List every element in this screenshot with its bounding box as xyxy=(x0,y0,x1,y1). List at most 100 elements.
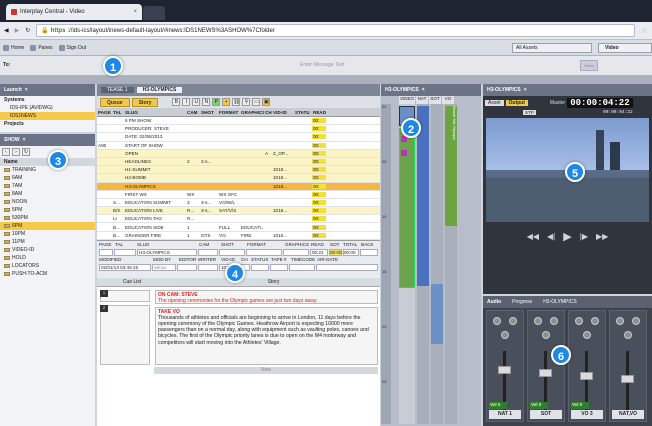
column-header-read[interactable]: READ xyxy=(312,110,326,115)
close-icon[interactable]: × xyxy=(524,87,527,93)
mute-knob[interactable] xyxy=(575,317,583,325)
normal-icon[interactable]: N xyxy=(202,98,211,106)
timeline-tab[interactable]: H3-OLYMPICS xyxy=(385,87,419,93)
pan-knob[interactable] xyxy=(542,331,550,339)
vo-audio-clip[interactable]: Beach Mix Olympic xyxy=(445,106,457,226)
show-folder-item[interactable]: 6AM xyxy=(0,174,95,182)
close-icon[interactable]: × xyxy=(23,137,26,143)
mute-knob[interactable] xyxy=(616,317,624,325)
fader-handle[interactable] xyxy=(580,372,593,380)
systems-node[interactable]: Systems xyxy=(0,96,95,104)
column-header-statu[interactable]: STATU xyxy=(294,110,312,115)
new-tab-button[interactable] xyxy=(143,6,165,20)
video-select[interactable]: Video xyxy=(598,43,652,53)
underline-icon[interactable]: U xyxy=(192,98,201,106)
rundown-row[interactable]: A00 START OF SHOW 00: xyxy=(97,142,380,150)
rundown-row[interactable]: S... EDUCATION SUMMIT 3 3-s... VO/W/L 00: xyxy=(97,199,380,208)
mute-knob[interactable] xyxy=(493,317,501,325)
sot-audio-clip[interactable] xyxy=(431,284,443,344)
format-field[interactable] xyxy=(246,248,282,256)
column-header-cam[interactable]: CAM xyxy=(186,110,200,115)
editor-field[interactable] xyxy=(177,263,197,271)
rundown-row[interactable]: OPEN A Z_OP... 00: xyxy=(97,149,380,158)
bold-icon[interactable]: B xyxy=(172,98,181,106)
solo-knob[interactable] xyxy=(550,317,558,325)
fader-handle[interactable] xyxy=(621,375,634,383)
back-button[interactable]: ‹ xyxy=(2,148,10,156)
pan-knob[interactable] xyxy=(624,331,632,339)
assets-select[interactable]: All Assets xyxy=(512,43,592,53)
rundown-row[interactable]: B... EDUCATION SIDE 1 FULL EDUCATI... 00: xyxy=(97,223,380,232)
column-header-ch[interactable]: CH xyxy=(264,110,272,115)
rundown-row[interactable]: HEADLINES 2 2-s... 00: xyxy=(97,157,380,167)
cam-field[interactable] xyxy=(198,248,218,256)
rundown-row[interactable]: FIRST WX WX WX OFC 00: xyxy=(97,191,380,199)
forward-icon[interactable]: ▶ xyxy=(15,27,20,34)
close-icon[interactable]: × xyxy=(25,87,28,93)
link-icon[interactable]: ⛓ xyxy=(232,98,241,106)
queue-button[interactable]: Queue xyxy=(100,97,130,107)
browser-tab[interactable]: Interplay Central - Video × xyxy=(6,4,142,20)
writer-field[interactable] xyxy=(198,263,218,271)
column-header-slug[interactable]: SLUG xyxy=(124,110,186,115)
rundown-row[interactable]: B/S EDUCATION LIVE R... 3-s... SAT/V/S 1016..… xyxy=(97,207,380,216)
output-tab[interactable]: Output xyxy=(505,100,528,106)
url-input[interactable]: 🔒 https ://ids-ics/layout/inews-default-… xyxy=(36,24,635,37)
show-folder-item[interactable]: TRAINING xyxy=(0,166,95,174)
rundown-row[interactable]: PRODUCER: STEVE 00: xyxy=(97,125,380,134)
step-back-icon[interactable]: ◀| xyxy=(547,232,555,241)
rundown-row[interactable]: H2-BOMB 1016... 00: xyxy=(97,174,380,183)
fader-handle[interactable] xyxy=(539,369,552,377)
italic-icon[interactable]: I xyxy=(182,98,191,106)
cue-card-2[interactable]: 2 xyxy=(100,304,150,365)
tab-tease[interactable]: TEASE 1 xyxy=(101,87,134,93)
tab-h3-olympics[interactable]: H3-OLYMPICS xyxy=(136,87,183,93)
mute-knob[interactable] xyxy=(534,317,542,325)
column-header-vidid[interactable]: VID-ID xyxy=(272,110,294,115)
home-button[interactable]: Home xyxy=(3,44,24,51)
rundown-row[interactable]: DATE: 02/06/2013 00: xyxy=(97,133,380,142)
rundown-row[interactable]: B... GRAINGER FIRE 1 OTS VO FIRE 1016... 00: xyxy=(97,232,380,240)
story-segment-2[interactable]: TAKE VO Thousands of athletes and offici… xyxy=(155,306,378,365)
story-segment-1[interactable]: ON CAM: STEVE The opening ceremonies for… xyxy=(155,289,378,304)
status-field[interactable] xyxy=(251,263,269,271)
show-folder-item[interactable]: PUSH-TO-ACM xyxy=(0,270,95,278)
graphics-field[interactable] xyxy=(283,248,309,256)
fast-forward-icon[interactable]: ▶▶ xyxy=(596,232,608,241)
slug-field[interactable]: H3-OLYMPICS xyxy=(137,248,197,256)
asset-tab[interactable]: Asset xyxy=(485,100,504,106)
show-folder-item[interactable]: 10PM xyxy=(0,230,95,238)
system-item[interactable]: IDS-IPE (AVIDWG) xyxy=(0,104,95,112)
refresh-icon[interactable]: ↻ xyxy=(22,148,30,156)
page-field[interactable] xyxy=(99,248,113,256)
show-folder-item[interactable]: HOLD xyxy=(0,254,95,262)
solo-knob[interactable] xyxy=(591,317,599,325)
send-button[interactable]: Send xyxy=(580,60,598,71)
pan-knob[interactable] xyxy=(501,331,509,339)
tape-field[interactable] xyxy=(270,263,288,271)
message-input[interactable]: Enter Message Text xyxy=(300,62,344,68)
bookmark-star-icon[interactable]: ☆ xyxy=(641,26,648,35)
close-tab-icon[interactable]: × xyxy=(133,9,137,15)
back-icon[interactable]: ◀ xyxy=(4,27,9,34)
show-folder-item[interactable]: 11PM xyxy=(0,238,95,246)
tab-sequence[interactable]: H3-OLYMPICS xyxy=(543,299,577,305)
preview-icon[interactable]: P xyxy=(212,98,221,106)
reload-icon[interactable]: ↻ xyxy=(25,27,30,34)
column-header-shot[interactable]: SHOT xyxy=(200,110,218,115)
system-item-selected[interactable]: IDS1NEWS xyxy=(0,112,95,120)
fader-handle[interactable] xyxy=(498,366,511,374)
lock-story-icon[interactable]: ▣ xyxy=(262,98,271,106)
column-header-page[interactable]: PAGE xyxy=(97,110,112,115)
tab-audio[interactable]: Audio xyxy=(487,299,501,305)
rundown-row[interactable]: 6 PM SHOW 00: xyxy=(97,117,380,126)
show-folder-item[interactable]: 530PM xyxy=(0,214,95,222)
solo-knob[interactable] xyxy=(509,317,517,325)
show-folder-item[interactable]: 8AM xyxy=(0,190,95,198)
show-folder-item[interactable]: NOON xyxy=(0,198,95,206)
format-icon[interactable]: ▪ xyxy=(222,98,231,106)
print-icon[interactable]: ▭ xyxy=(252,98,261,106)
column-header-tal[interactable]: TAL xyxy=(112,110,124,115)
pan-knob[interactable] xyxy=(583,331,591,339)
find-icon[interactable]: ⚲ xyxy=(242,98,251,106)
